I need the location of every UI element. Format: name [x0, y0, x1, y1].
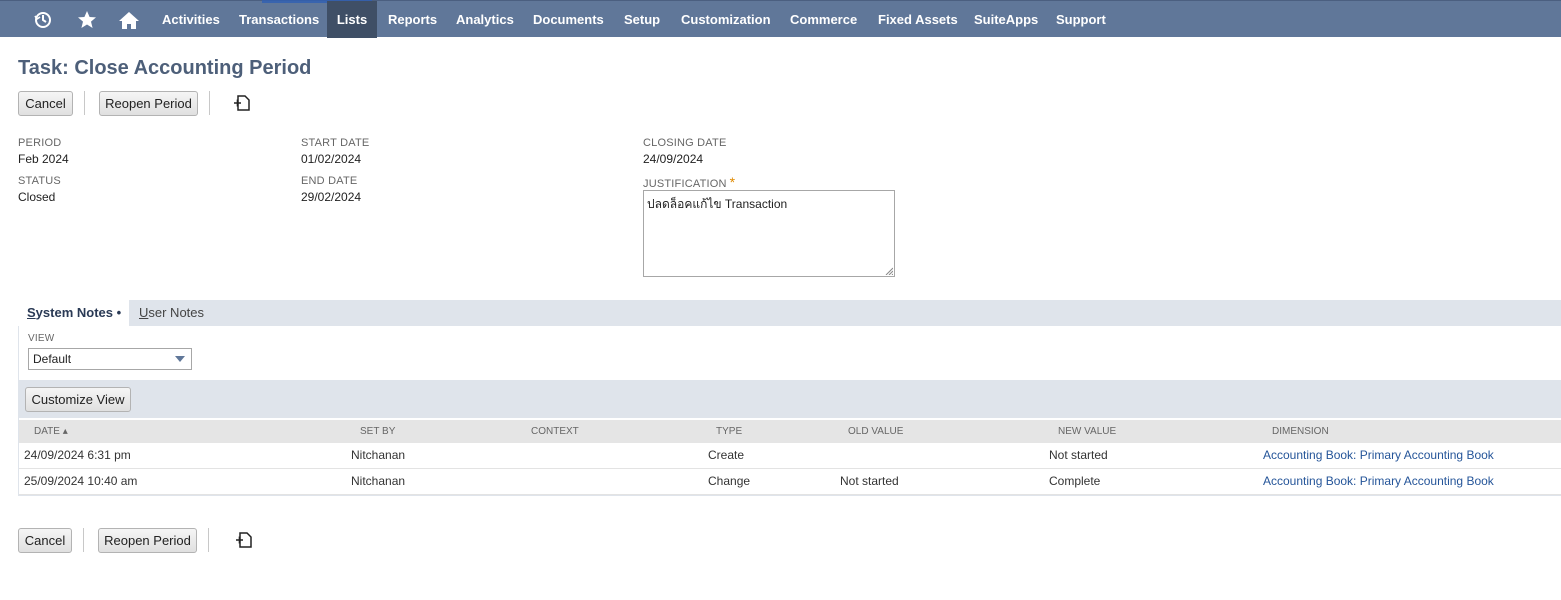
- period-value: Feb 2024: [18, 152, 69, 166]
- column-header-new-value[interactable]: NEW VALUE: [1058, 420, 1116, 443]
- cell-new-value: Complete: [1049, 474, 1101, 488]
- status-value: Closed: [18, 190, 56, 204]
- cell-set-by: Nitchanan: [351, 448, 406, 462]
- page-title: Task: Close Accounting Period: [18, 57, 312, 79]
- home-icon[interactable]: [109, 1, 149, 38]
- chevron-down-icon: [175, 356, 185, 362]
- cell-new-value: Not started: [1049, 448, 1108, 462]
- nav-transactions[interactable]: Transactions: [228, 1, 330, 38]
- copy-icon[interactable]: [235, 531, 253, 549]
- nav-lists[interactable]: Lists: [327, 1, 377, 38]
- start-date-value: 01/02/2024: [301, 152, 362, 166]
- column-header-old-value[interactable]: OLD VALUE: [848, 420, 903, 443]
- cancel-button[interactable]: Cancel: [18, 528, 72, 553]
- view-select-value: Default: [33, 352, 72, 366]
- cell-dimension-link[interactable]: Accounting Book: Primary Accounting Book: [1263, 443, 1494, 468]
- cancel-button[interactable]: Cancel: [18, 91, 73, 116]
- column-header-type[interactable]: TYPE: [716, 420, 742, 443]
- cell-old-value: Not started: [840, 474, 899, 488]
- nav-reports[interactable]: Reports: [377, 1, 448, 38]
- nav-commerce[interactable]: Commerce: [779, 1, 868, 38]
- closing-date-value: 24/09/2024: [643, 152, 704, 166]
- justification-text: ปลดล็อคแก้ไข Transaction: [647, 197, 788, 211]
- column-header-dimension[interactable]: DIMENSION: [1272, 420, 1329, 443]
- table-row: 24/09/2024 6:31 pm Nitchanan Create Not …: [19, 443, 1561, 469]
- justification-label-text: JUSTIFICATION: [643, 178, 727, 190]
- tab-user-notes-label: ser Notes: [148, 305, 205, 320]
- cell-type: Create: [708, 448, 745, 462]
- cell-type: Change: [708, 474, 751, 488]
- tab-system-notes[interactable]: System Notes •: [18, 300, 129, 326]
- toolbar-divider: [208, 528, 209, 552]
- reopen-period-button[interactable]: Reopen Period: [99, 91, 198, 116]
- tab-active-dot: •: [116, 305, 122, 320]
- tab-system-notes-accesskey: S: [27, 305, 36, 320]
- customize-view-button[interactable]: Customize View: [25, 387, 131, 412]
- column-header-set-by[interactable]: SET BY: [360, 420, 395, 443]
- star-icon[interactable]: [67, 1, 107, 38]
- justification-textarea[interactable]: ปลดล็อคแก้ไข Transaction: [643, 190, 895, 277]
- required-mark: *: [729, 174, 736, 190]
- view-label: VIEW: [28, 333, 55, 344]
- end-date-label: END DATE: [301, 175, 358, 187]
- nav-customization[interactable]: Customization: [670, 1, 782, 38]
- toolbar-divider: [83, 528, 84, 552]
- copy-icon[interactable]: [233, 94, 251, 112]
- toolbar-divider: [84, 91, 85, 115]
- toolbar-divider: [209, 91, 210, 115]
- justification-label: JUSTIFICATION *: [643, 174, 735, 190]
- resize-grip-icon[interactable]: [885, 267, 893, 275]
- history-icon[interactable]: [23, 1, 63, 38]
- nav-suiteapps[interactable]: SuiteApps: [963, 1, 1049, 38]
- reopen-period-button[interactable]: Reopen Period: [98, 528, 197, 553]
- end-date-value: 29/02/2024: [301, 190, 362, 204]
- subtab-bar: System Notes • User Notes: [18, 300, 1561, 326]
- nav-setup[interactable]: Setup: [613, 1, 671, 38]
- tab-user-notes-accesskey: U: [139, 305, 149, 320]
- nav-support[interactable]: Support: [1045, 1, 1117, 38]
- start-date-label: START DATE: [301, 137, 370, 149]
- table-header: DATE ▴ SET BY CONTEXT TYPE OLD VALUE NEW…: [19, 420, 1561, 443]
- cell-date: 25/09/2024 10:40 am: [24, 474, 138, 488]
- cell-dimension-link[interactable]: Accounting Book: Primary Accounting Book: [1263, 469, 1494, 494]
- tab-user-notes[interactable]: User Notes: [130, 300, 213, 326]
- nav-fixed-assets[interactable]: Fixed Assets: [867, 1, 969, 38]
- column-header-context[interactable]: CONTEXT: [531, 420, 579, 443]
- nav-activities[interactable]: Activities: [151, 1, 231, 38]
- view-select[interactable]: Default: [28, 348, 192, 370]
- cell-set-by: Nitchanan: [351, 474, 406, 488]
- customize-bar: [19, 380, 1561, 418]
- top-nav: Activities Transactions Lists Reports An…: [0, 0, 1561, 38]
- closing-date-label: CLOSING DATE: [643, 137, 727, 149]
- nav-analytics[interactable]: Analytics: [445, 1, 525, 38]
- period-label: PERIOD: [18, 137, 62, 149]
- table-row: 25/09/2024 10:40 am Nitchanan Change Not…: [19, 469, 1561, 495]
- status-label: STATUS: [18, 175, 61, 187]
- column-header-date[interactable]: DATE ▴: [34, 420, 68, 443]
- nav-documents[interactable]: Documents: [522, 1, 615, 38]
- cell-date: 24/09/2024 6:31 pm: [24, 448, 131, 462]
- tab-system-notes-label: ystem Notes: [35, 305, 113, 320]
